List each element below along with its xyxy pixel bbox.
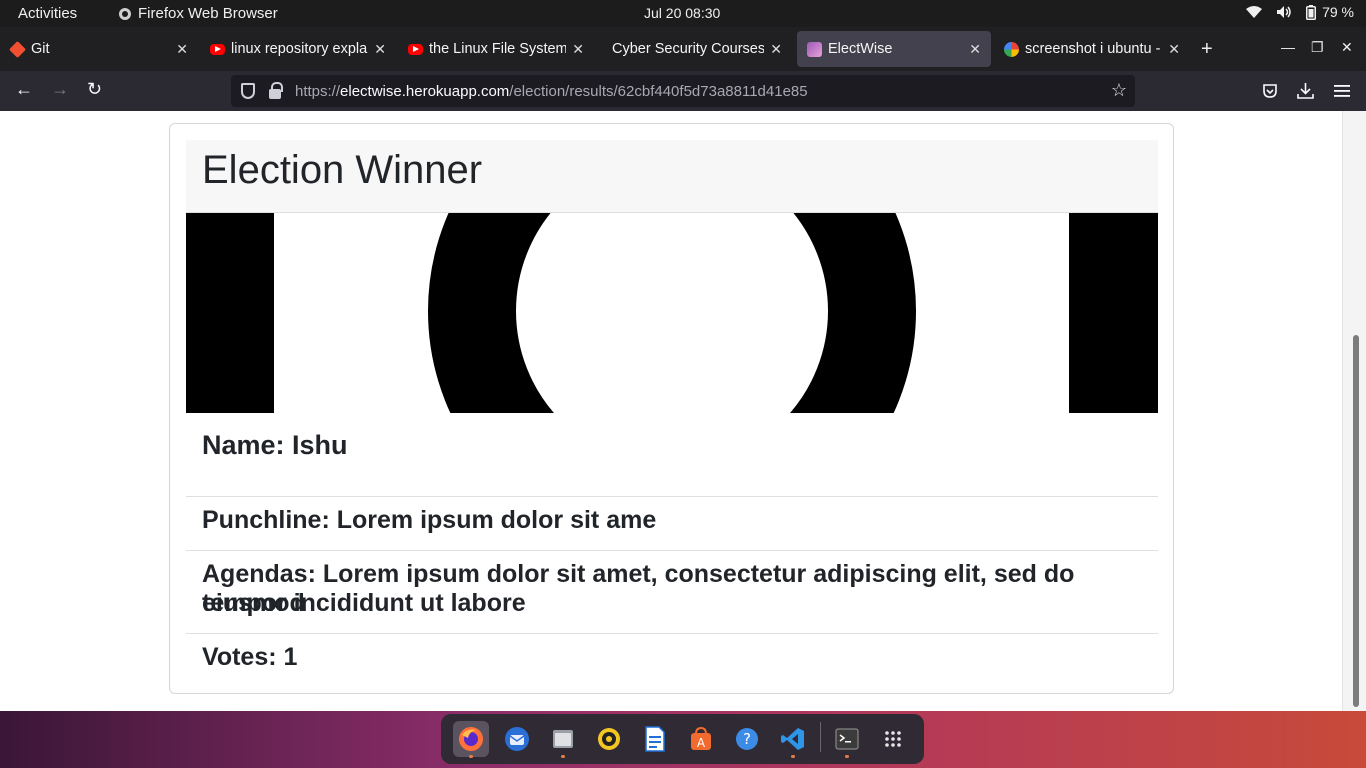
back-button[interactable]: ←: [15, 79, 33, 100]
candidate-punchline: Punchline: Lorem ipsum dolor sit ame: [202, 506, 657, 534]
new-tab-button[interactable]: +: [1201, 38, 1213, 61]
system-top-bar: Activities Firefox Web Browser Jul 20 08…: [0, 0, 1366, 27]
dock: A ?: [441, 714, 924, 764]
svg-text:A: A: [697, 736, 706, 750]
youtube-icon: [408, 43, 423, 55]
url-scheme: https://: [295, 82, 341, 100]
system-status-area[interactable]: 79 %: [1246, 4, 1354, 20]
close-icon[interactable]: ✕: [1168, 41, 1180, 58]
bookmark-star-icon[interactable]: ☆: [1111, 80, 1127, 101]
votes-row: Votes: 1: [186, 634, 1158, 692]
app-grid-icon[interactable]: [875, 721, 911, 757]
tab-electwise[interactable]: ElectWise ✕: [797, 31, 991, 67]
tab-title: screenshot i ubuntu -: [1025, 41, 1161, 57]
address-bar[interactable]: https://electwise.herokuapp.com/election…: [231, 75, 1135, 107]
navigation-toolbar: ← → ↻ https://electwise.herokuapp.com/el…: [0, 71, 1366, 111]
restore-button[interactable]: ❐: [1311, 39, 1324, 56]
candidate-agendas-line2: tempor incididunt ut labore: [202, 589, 526, 617]
rhythmbox-icon[interactable]: [591, 721, 627, 757]
app-menu[interactable]: Firefox Web Browser: [118, 5, 278, 22]
wifi-icon: [1246, 5, 1263, 18]
running-indicator: [791, 755, 795, 758]
url-text[interactable]: https://electwise.herokuapp.com/election…: [295, 83, 808, 100]
tab-screenshot-ubuntu[interactable]: screenshot i ubuntu - ✕: [994, 31, 1190, 67]
electwise-icon: [807, 41, 822, 57]
page-title: Election Winner: [202, 148, 483, 192]
close-icon[interactable]: ✕: [770, 41, 782, 58]
hamburger-menu-icon[interactable]: [1334, 84, 1350, 98]
files-icon[interactable]: [545, 721, 581, 757]
svg-text:?: ?: [743, 730, 751, 748]
minimize-button[interactable]: —: [1281, 39, 1295, 55]
git-icon: [9, 40, 26, 58]
tab-git[interactable]: Git ✕: [0, 31, 198, 67]
pocket-icon[interactable]: [1262, 83, 1278, 99]
tab-title: Cyber Security Courses :: [612, 41, 765, 57]
firefox-icon[interactable]: [453, 721, 489, 757]
candidate-name: Name: Ishu: [202, 430, 348, 460]
firefox-small-icon: [119, 7, 131, 20]
running-indicator: [561, 755, 565, 758]
tab-title: the Linux File System: [429, 41, 567, 57]
close-icon[interactable]: ✕: [374, 41, 386, 58]
close-icon[interactable]: ✕: [969, 41, 981, 58]
card-header: Election Winner: [186, 140, 1158, 213]
tab-strip: Git ✕ linux repository expla ✕ the Linux…: [0, 27, 1366, 71]
punchline-row: Punchline: Lorem ipsum dolor sit ame: [186, 497, 1158, 551]
tab-linux-file-system[interactable]: the Linux File System ✕: [398, 31, 594, 67]
candidate-photo: [186, 213, 1158, 413]
tab-title: Git: [31, 41, 50, 57]
tab-title: linux repository expla: [231, 41, 368, 57]
software-center-icon[interactable]: A: [683, 721, 719, 757]
page-viewport: Election Winner Name: Ishu Punchline: Lo…: [0, 111, 1366, 711]
vote-count: Votes: 1: [202, 643, 298, 671]
running-indicator: [845, 755, 849, 758]
app-name: Firefox Web Browser: [138, 5, 278, 22]
forward-button[interactable]: →: [51, 79, 69, 100]
battery-percent: 79 %: [1322, 4, 1354, 20]
help-icon[interactable]: ?: [729, 721, 765, 757]
battery-icon: [1306, 4, 1317, 20]
downloads-icon[interactable]: [1297, 82, 1314, 100]
tab-cyber-security[interactable]: Cyber Security Courses : ✕: [596, 31, 792, 67]
url-host: electwise.herokuapp.com: [340, 82, 510, 100]
tab-linux-repository[interactable]: linux repository expla ✕: [200, 31, 396, 67]
close-window-button[interactable]: ✕: [1341, 39, 1353, 56]
writer-icon[interactable]: [637, 721, 673, 757]
close-icon[interactable]: ✕: [176, 41, 188, 58]
vscode-icon[interactable]: [775, 721, 811, 757]
activities-button[interactable]: Activities: [18, 5, 77, 22]
lock-icon[interactable]: [269, 82, 283, 99]
candidate-image: [186, 213, 1158, 413]
page-scrollbar[interactable]: [1342, 111, 1366, 711]
winner-card: Election Winner Name: Ishu Punchline: Lo…: [169, 123, 1174, 694]
volume-icon: [1277, 6, 1291, 18]
scrollbar-thumb[interactable]: [1353, 335, 1359, 707]
terminal-icon[interactable]: [829, 721, 865, 757]
name-row: Name: Ishu: [186, 413, 1158, 497]
agendas-row: Agendas: Lorem ipsum dolor sit amet, con…: [186, 551, 1158, 634]
battery-indicator: 79 %: [1306, 4, 1354, 20]
youtube-icon: [210, 43, 225, 55]
tab-title: ElectWise: [828, 41, 893, 57]
dock-separator: [820, 722, 821, 752]
running-indicator: [469, 755, 473, 758]
thunderbird-icon[interactable]: [499, 721, 535, 757]
close-icon[interactable]: ✕: [572, 41, 584, 58]
tracking-protection-icon[interactable]: [241, 83, 255, 99]
clock[interactable]: Jul 20 08:30: [644, 5, 720, 21]
google-icon: [1004, 41, 1019, 57]
url-path: /election/results/62cbf440f5d73a8811d41e…: [509, 82, 808, 100]
reload-button[interactable]: ↻: [87, 79, 102, 100]
